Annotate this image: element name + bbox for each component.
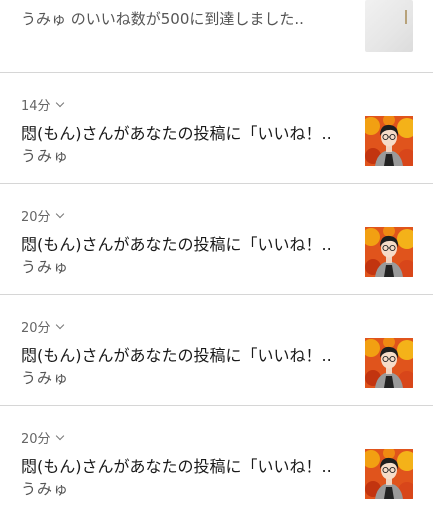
timestamp-toggle[interactable]: 20分 xyxy=(21,428,64,447)
notification-subtitle: うみゅ xyxy=(21,258,70,276)
chevron-down-icon xyxy=(55,320,64,330)
notification-subtitle: うみゅ xyxy=(21,369,70,387)
milestone-notification[interactable]: うみゅ のいいね数が500に到達しました.. xyxy=(0,0,433,72)
notification-feed: うみゅ のいいね数が500に到達しました.. 14分 悶(もん)さんがあなたの投… xyxy=(0,0,433,512)
timestamp-toggle[interactable]: 14分 xyxy=(21,95,64,114)
notification-subtitle: うみゅ xyxy=(21,147,70,165)
timestamp: 20分 xyxy=(21,210,51,225)
notification-title: 悶(もん)さんがあなたの投稿に「いいね！.. xyxy=(21,124,332,143)
notification-title: 悶(もん)さんがあなたの投稿に「いいね！.. xyxy=(21,235,332,254)
timestamp: 14分 xyxy=(21,99,51,114)
like-notification[interactable]: 20分 悶(もん)さんがあなたの投稿に「いいね！.. うみゅ xyxy=(0,295,433,405)
chevron-down-icon xyxy=(55,209,64,219)
avatar[interactable] xyxy=(365,338,413,388)
avatar[interactable] xyxy=(365,227,413,277)
chevron-down-icon xyxy=(55,98,64,108)
timestamp: 20分 xyxy=(21,321,51,336)
like-notification[interactable]: 20分 悶(もん)さんがあなたの投稿に「いいね！.. うみゅ xyxy=(0,184,433,294)
milestone-text: うみゅ のいいね数が500に到達しました.. xyxy=(21,10,304,28)
timestamp-toggle[interactable]: 20分 xyxy=(21,317,64,336)
notification-title: 悶(もん)さんがあなたの投稿に「いいね！.. xyxy=(21,457,332,476)
notification-subtitle: うみゅ xyxy=(21,480,70,498)
avatar[interactable] xyxy=(365,449,413,499)
chevron-down-icon xyxy=(55,431,64,441)
post-thumbnail[interactable] xyxy=(365,0,413,52)
timestamp: 20分 xyxy=(21,432,51,447)
notification-title: 悶(もん)さんがあなたの投稿に「いいね！.. xyxy=(21,346,332,365)
like-notification[interactable]: 20分 悶(もん)さんがあなたの投稿に「いいね！.. うみゅ xyxy=(0,406,433,512)
avatar[interactable] xyxy=(365,116,413,166)
like-notification[interactable]: 14分 悶(もん)さんがあなたの投稿に「いいね！.. うみゅ xyxy=(0,73,433,183)
timestamp-toggle[interactable]: 20分 xyxy=(21,206,64,225)
